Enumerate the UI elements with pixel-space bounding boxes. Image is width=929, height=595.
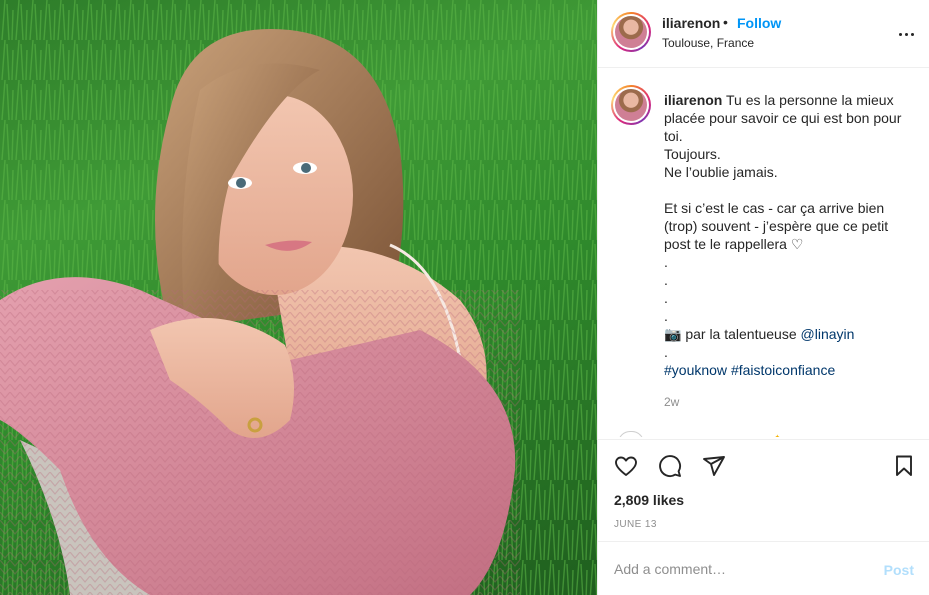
caption-text: iliarenon Tu es la personne la mieux pla… [664, 91, 914, 411]
heart-icon[interactable] [612, 452, 640, 480]
avatar[interactable] [611, 12, 651, 52]
comment-bar: Post [598, 541, 929, 595]
post-sidebar: iliarenon • Follow Toulouse, France ilia… [597, 0, 929, 595]
caption-line: . [664, 308, 668, 324]
post-date: JUNE 13 [614, 519, 657, 530]
caption-line: Toujours. [664, 146, 721, 162]
caption-section: iliarenon Tu es la personne la mieux pla… [598, 69, 929, 437]
comment-input[interactable] [614, 556, 864, 582]
hashtag-line: #youknow #faistoiconfiance [664, 361, 914, 379]
post-comment-button[interactable]: Post [884, 562, 914, 578]
caption-line: Ne l’oublie jamais. [664, 164, 778, 180]
location-link[interactable]: Toulouse, France [662, 36, 754, 50]
likes-count[interactable]: 2,809 likes [614, 492, 684, 508]
comment-avatar-peek [618, 431, 644, 437]
comment-emoji-peek: ✦ [774, 433, 781, 437]
post-header: iliarenon • Follow Toulouse, France [598, 0, 929, 68]
credit-text: 📷 par la talentueuse [664, 326, 797, 342]
instagram-post: iliarenon • Follow Toulouse, France ilia… [0, 0, 929, 595]
caption-line: . [664, 272, 668, 288]
photo-illustration [0, 0, 597, 595]
caption-line: . [664, 254, 668, 270]
bookmark-icon[interactable] [890, 452, 918, 480]
caption-avatar[interactable] [611, 85, 651, 125]
share-icon[interactable] [700, 452, 728, 480]
post-time[interactable]: 2w [664, 393, 914, 411]
follow-button[interactable]: Follow [737, 15, 781, 31]
hashtag-link[interactable]: #faistoiconfiance [731, 362, 835, 378]
post-actions: 2,809 likes JUNE 13 [598, 439, 929, 541]
post-photo[interactable] [0, 0, 597, 595]
caption-username[interactable]: iliarenon [664, 92, 722, 108]
hashtag-link[interactable]: #youknow [664, 362, 727, 378]
comment-icon[interactable] [656, 452, 684, 480]
caption-line: . [664, 344, 668, 360]
mention-link[interactable]: @linayin [801, 326, 855, 342]
caption-line: . [664, 290, 668, 306]
header-username[interactable]: iliarenon [662, 15, 720, 31]
separator-dot: • [723, 14, 728, 30]
caption-line: Et si c’est le cas - car ça arrive bien … [664, 200, 889, 252]
more-horizontal-icon[interactable] [896, 24, 916, 44]
caption-credit: 📷 par la talentueuse @linayin [664, 325, 914, 343]
